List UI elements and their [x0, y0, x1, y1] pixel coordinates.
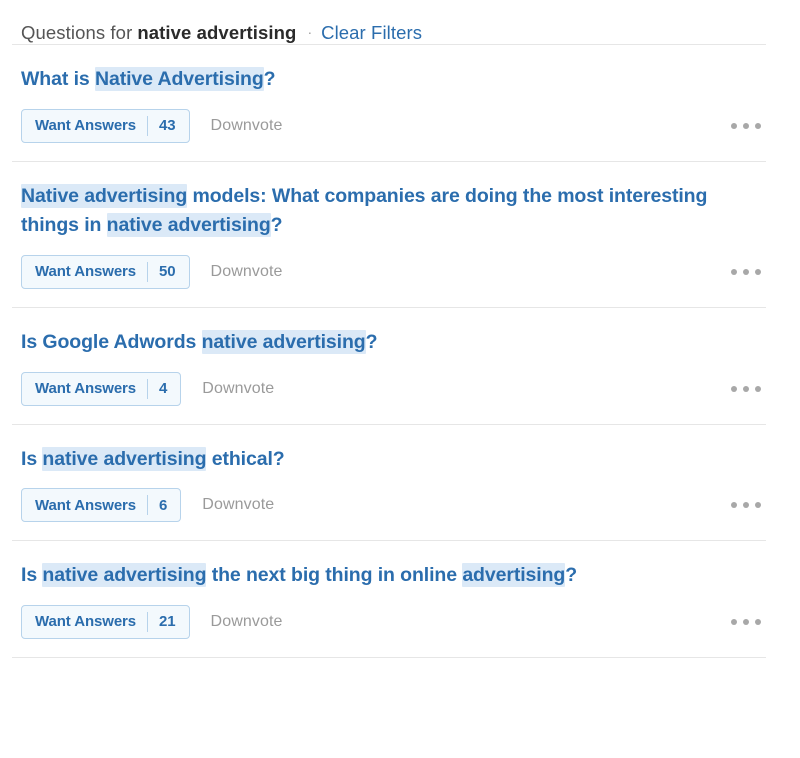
- filter-header: Questions for native advertising · Clear…: [0, 0, 800, 44]
- more-options-icon[interactable]: [727, 117, 765, 135]
- question-actions: Want Answers 4 Downvote: [21, 371, 800, 406]
- want-answers-count: 50: [159, 263, 176, 281]
- want-answers-label: Want Answers: [35, 613, 137, 631]
- more-options-icon[interactable]: [727, 613, 765, 631]
- questions-search-results-page: Questions for native advertising · Clear…: [0, 0, 800, 758]
- want-answers-label: Want Answers: [35, 496, 137, 514]
- question-actions: Want Answers 21 Downvote: [21, 604, 800, 639]
- want-answers-button[interactable]: Want Answers 4: [21, 371, 182, 406]
- question-text-segment: the next big thing in online: [206, 564, 463, 587]
- bullet-separator-icon: ·: [307, 24, 313, 40]
- highlighted-term: Native advertising: [21, 183, 188, 208]
- want-answers-label: Want Answers: [35, 380, 137, 397]
- question-title-link[interactable]: What is Native Advertising?: [21, 65, 721, 95]
- question-title-link[interactable]: Is native advertising the next big thing…: [21, 561, 721, 591]
- question-text-segment: ?: [270, 214, 283, 237]
- question-list: What is Native Advertising? Want Answers…: [0, 45, 800, 658]
- question-text-segment: Is: [21, 564, 43, 587]
- want-answers-count: 4: [159, 380, 168, 397]
- downvote-button[interactable]: Downvote: [202, 380, 274, 398]
- want-answers-count: 6: [159, 496, 168, 514]
- filter-header-search-term: native advertising: [137, 22, 297, 43]
- question-text-segment: Is: [21, 447, 43, 470]
- want-answers-count: 43: [159, 117, 176, 135]
- question-actions: Want Answers 50 Downvote: [21, 254, 800, 289]
- question-text-segment: ?: [365, 330, 378, 353]
- filter-header-lead: Questions for: [21, 22, 133, 43]
- highlighted-term: native advertising: [42, 563, 207, 588]
- row-divider: [12, 656, 766, 658]
- more-options-icon[interactable]: [727, 380, 765, 398]
- highlighted-term: native advertising: [42, 446, 207, 471]
- question-row: What is Native Advertising? Want Answers…: [0, 45, 800, 161]
- want-answers-label: Want Answers: [35, 263, 137, 281]
- question-text-segment: ?: [565, 564, 578, 587]
- downvote-button[interactable]: Downvote: [211, 613, 283, 631]
- clear-filters-link[interactable]: Clear Filters: [321, 23, 422, 43]
- want-answers-button[interactable]: Want Answers 50: [21, 254, 190, 289]
- question-text-segment: Is Google Adwords: [21, 330, 202, 353]
- question-text-segment: ethical?: [206, 447, 285, 470]
- question-row: Is native advertising the next big thing…: [0, 541, 800, 657]
- want-answers-button[interactable]: Want Answers 43: [21, 108, 190, 143]
- want-answers-button[interactable]: Want Answers 21: [21, 604, 190, 639]
- want-answers-label: Want Answers: [35, 117, 137, 135]
- highlighted-term: native advertising: [106, 213, 271, 238]
- downvote-button[interactable]: Downvote: [211, 117, 283, 135]
- question-title-link[interactable]: Is Google Adwords native advertising?: [21, 328, 721, 358]
- question-actions: Want Answers 6 Downvote: [21, 488, 800, 523]
- question-actions: Want Answers 43 Downvote: [21, 108, 800, 143]
- question-row: Is native advertising ethical? Want Answ…: [0, 425, 800, 541]
- question-title-link[interactable]: Is native advertising ethical?: [21, 445, 721, 475]
- highlighted-term: advertising: [462, 563, 566, 588]
- more-options-icon[interactable]: [727, 263, 765, 281]
- more-options-icon[interactable]: [727, 496, 765, 514]
- highlighted-term: native advertising: [201, 329, 366, 354]
- downvote-button[interactable]: Downvote: [202, 496, 274, 514]
- question-row: Is Google Adwords native advertising? Wa…: [0, 308, 800, 424]
- question-title-link[interactable]: Native advertising models: What companie…: [21, 182, 721, 241]
- question-row: Native advertising models: What companie…: [0, 162, 800, 307]
- question-text-segment: ?: [263, 68, 276, 90]
- downvote-button[interactable]: Downvote: [211, 263, 283, 281]
- highlighted-term: Native Advertising: [94, 67, 264, 91]
- want-answers-count: 21: [159, 613, 176, 631]
- question-text-segment: What is: [21, 68, 95, 90]
- want-answers-button[interactable]: Want Answers 6: [21, 488, 182, 523]
